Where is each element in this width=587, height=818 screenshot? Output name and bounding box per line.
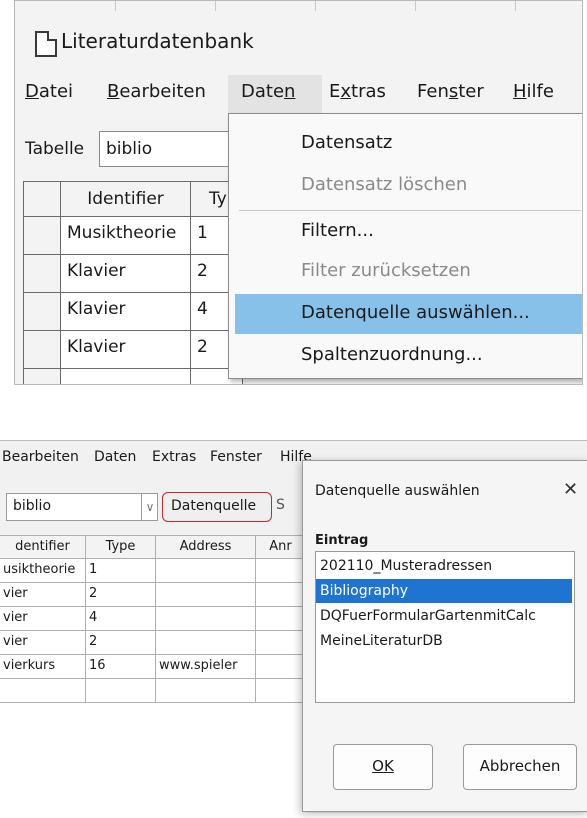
menu-hilfe[interactable]: Hilfe xyxy=(513,81,554,102)
menu-item-datensatz-loeschen[interactable]: Datensatz löschen xyxy=(301,174,467,195)
grid-cell[interactable]: 16 xyxy=(86,655,156,679)
datasource-list[interactable]: 202110_Musteradressen Bibliography DQFue… xyxy=(315,551,575,703)
grid-cell[interactable]: Klavier xyxy=(61,331,191,369)
data-grid-2: dentifier Type Address Anr usiktheorie 1… xyxy=(0,535,306,815)
menu-item-datensatz[interactable]: Datensatz xyxy=(301,132,392,153)
row-header[interactable] xyxy=(23,255,61,293)
grid-cell[interactable] xyxy=(86,679,156,703)
list-item-selected[interactable]: Bibliography xyxy=(316,579,572,603)
grid-cell[interactable]: 4 xyxy=(86,607,156,631)
grid-cell[interactable]: Klavier xyxy=(61,255,191,293)
menu-fenster-2[interactable]: Fenster xyxy=(210,449,262,465)
menu-item-filtern[interactable]: Filtern... xyxy=(301,220,374,241)
menu-item-filter-zuruecksetzen[interactable]: Filter zurücksetzen xyxy=(301,260,471,281)
dialog-title: Datenquelle auswählen xyxy=(315,483,480,499)
grid-cell[interactable] xyxy=(256,583,306,607)
row-header[interactable] xyxy=(23,293,61,331)
grid-cell[interactable] xyxy=(156,583,256,607)
row-header[interactable] xyxy=(23,331,61,369)
grid-cell[interactable]: 2 xyxy=(86,631,156,655)
grid-cell[interactable] xyxy=(256,679,306,703)
column-header-identifier-2[interactable]: dentifier xyxy=(0,535,86,559)
menu-daten[interactable]: Daten xyxy=(241,81,295,102)
ruler-tick xyxy=(515,1,516,11)
table-select-value: biblio xyxy=(106,139,153,159)
grid-cell[interactable] xyxy=(256,607,306,631)
table-select[interactable]: biblio xyxy=(99,131,231,167)
list-item[interactable]: MeineLiteraturDB xyxy=(316,629,572,653)
grid-cell[interactable] xyxy=(256,559,306,583)
grid-cell[interactable]: vier xyxy=(0,583,86,607)
grid-cell[interactable]: Klavier xyxy=(61,293,191,331)
column-header-type-2[interactable]: Type xyxy=(86,535,156,559)
grid-cell[interactable]: 2 xyxy=(86,583,156,607)
window-title: Literaturdatenbank xyxy=(61,29,254,53)
ruler-tick xyxy=(215,1,216,11)
grid-cell[interactable] xyxy=(0,679,86,703)
column-header-anr-2[interactable]: Anr xyxy=(256,535,306,559)
menu-item-datenquelle-auswaehlen[interactable]: Datenquelle auswählen... xyxy=(301,302,530,323)
ok-button-label: OK xyxy=(372,757,394,775)
grid-cell[interactable]: 1 xyxy=(86,559,156,583)
list-item[interactable]: DQFuerFormularGartenmitCalc xyxy=(316,604,572,628)
menu-separator xyxy=(239,210,581,211)
grid-corner xyxy=(23,181,61,217)
ruler-tick xyxy=(415,1,416,11)
row-header[interactable] xyxy=(23,369,61,384)
menu-bearbeiten[interactable]: Bearbeiten xyxy=(107,81,206,102)
ok-button[interactable]: OK xyxy=(333,744,433,790)
grid-cell[interactable]: www.spieler xyxy=(156,655,256,679)
grid-cell[interactable] xyxy=(156,679,256,703)
datasource-button[interactable]: Datenquelle xyxy=(162,492,272,522)
grid-cell[interactable] xyxy=(256,631,306,655)
menu-fenster[interactable]: Fenster xyxy=(417,81,484,102)
table-select-2[interactable]: biblio ∨ xyxy=(6,493,158,521)
menu-extras[interactable]: Extras xyxy=(329,81,386,102)
column-header-identifier[interactable]: Identifier xyxy=(61,181,191,217)
menu-extras-2[interactable]: Extras xyxy=(152,449,196,465)
table-select-2-value: biblio xyxy=(13,498,52,514)
document-icon xyxy=(35,31,57,57)
cancel-button-label: Abbrechen xyxy=(479,757,561,775)
grid-cell[interactable] xyxy=(156,559,256,583)
main-window: Literaturdatenbank Datei Bearbeiten Date… xyxy=(14,0,583,385)
datasource-dialog: Datenquelle auswählen ✕ Eintrag 202110_M… xyxy=(302,460,587,812)
menu-daten-2[interactable]: Daten xyxy=(94,449,136,465)
grid-cell[interactable] xyxy=(61,369,191,384)
datasource-button-label: Datenquelle xyxy=(171,498,257,514)
daten-menu-dropdown: Datensatz Datensatz löschen Filtern... F… xyxy=(228,113,582,379)
menu-bar: Datei Bearbeiten Daten Extras Fenster Hi… xyxy=(15,75,582,113)
column-header-address-2[interactable]: Address xyxy=(156,535,256,559)
row-header[interactable] xyxy=(23,217,61,255)
grid-cell[interactable] xyxy=(256,655,306,679)
ruler-tick xyxy=(315,1,316,11)
ruler-tick xyxy=(115,1,116,11)
menu-bearbeiten-2[interactable]: Bearbeiten xyxy=(2,449,79,465)
grid-cell[interactable] xyxy=(156,607,256,631)
menu-item-spaltenzuordnung[interactable]: Spaltenzuordnung... xyxy=(301,344,483,365)
grid-cell[interactable]: vierkurs xyxy=(0,655,86,679)
table-label: Tabelle xyxy=(25,139,85,159)
grid-cell[interactable]: Musiktheorie xyxy=(61,217,191,255)
grid-cell[interactable]: vier xyxy=(0,631,86,655)
chevron-down-icon[interactable]: ∨ xyxy=(141,494,158,520)
cancel-button[interactable]: Abbrechen xyxy=(463,744,577,790)
grid-cell[interactable] xyxy=(156,631,256,655)
title-bar: Literaturdatenbank xyxy=(15,15,582,73)
list-item[interactable]: 202110_Musteradressen xyxy=(316,554,572,578)
grid-cell[interactable]: usiktheorie xyxy=(0,559,86,583)
toolbar-fragment: S xyxy=(276,497,285,513)
grid-cell[interactable]: vier xyxy=(0,607,86,631)
close-icon[interactable]: ✕ xyxy=(563,479,578,500)
entry-label: Eintrag xyxy=(315,533,369,548)
data-grid: Identifier Ty Musiktheorie 1 Klavier 2 K… xyxy=(23,181,243,384)
menu-datei[interactable]: Datei xyxy=(25,81,73,102)
